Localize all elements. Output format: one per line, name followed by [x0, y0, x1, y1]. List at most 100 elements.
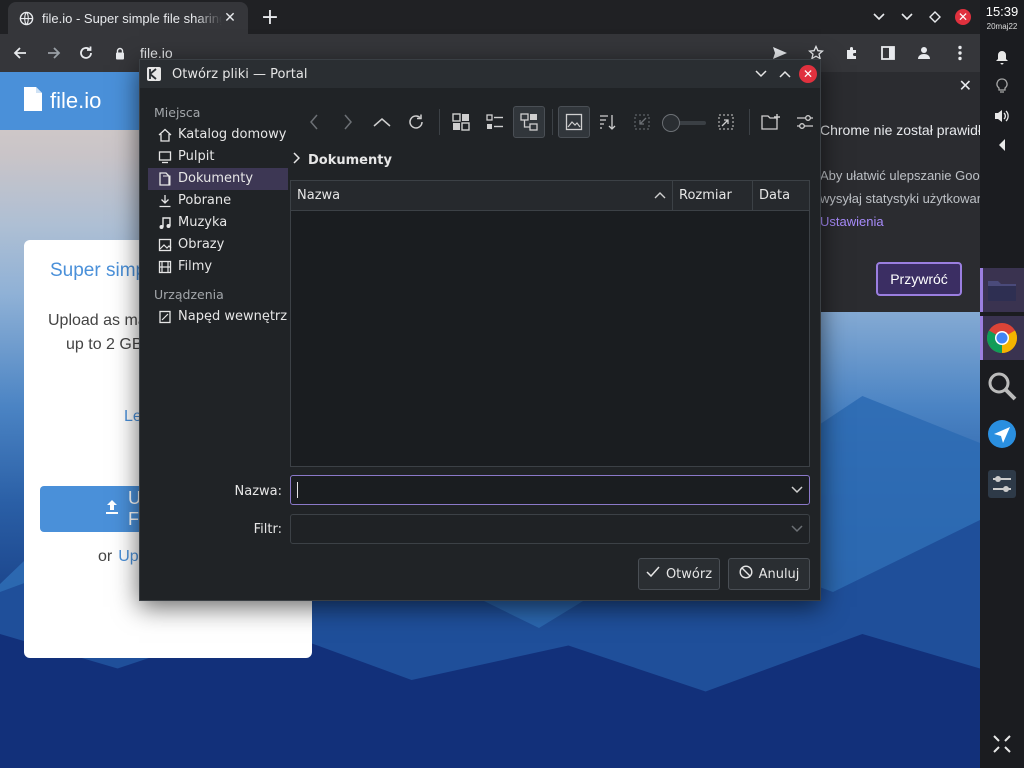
lightbulb-icon[interactable]: [980, 70, 1024, 102]
back-icon[interactable]: [298, 106, 330, 138]
minimize-icon[interactable]: [896, 6, 918, 28]
place-label: Pobrane: [178, 193, 232, 208]
place-downloads[interactable]: Pobrane: [148, 190, 288, 212]
close-window-icon[interactable]: ✕: [952, 6, 974, 28]
taskbar-discover[interactable]: [980, 412, 1024, 456]
bubble-text: wysyłaj statystyki użytkowania raporty o…: [820, 191, 980, 206]
maximize-icon[interactable]: [776, 65, 794, 83]
icon-view-icon[interactable]: [445, 106, 477, 138]
column-date-label: Data: [759, 188, 791, 203]
reload-icon[interactable]: [74, 41, 98, 65]
site-logo-text[interactable]: file.io: [50, 88, 101, 114]
open-button[interactable]: Otwórz: [638, 558, 720, 590]
tab-strip: file.io - Super simple file sharing ✕ + …: [0, 0, 980, 34]
column-name-label: Nazwa: [297, 188, 341, 203]
zoom-slider-knob[interactable]: [662, 114, 680, 132]
bubble-title: Chrome nie został prawidłowo zamknięty.: [820, 122, 980, 138]
pictures-icon: [158, 238, 172, 252]
breadcrumb-current[interactable]: Dokumenty: [308, 153, 392, 168]
cancel-button[interactable]: Anuluj: [728, 558, 810, 590]
expand-tray-icon[interactable]: [980, 129, 1024, 161]
tree-view-icon[interactable]: [513, 106, 545, 138]
volume-icon[interactable]: [980, 100, 1024, 132]
tab-title: file.io - Super simple file sharing: [42, 10, 222, 26]
taskbar-search[interactable]: [980, 364, 1024, 408]
minimize-icon[interactable]: [752, 65, 770, 83]
place-documents[interactable]: Dokumenty: [148, 168, 288, 190]
taskbar-file-dialog[interactable]: [980, 268, 1024, 312]
forward-icon[interactable]: [332, 106, 364, 138]
dialog-titlebar: Otwórz pliki — Portal ✕: [140, 60, 820, 88]
place-home[interactable]: Katalog domowy: [148, 124, 288, 146]
column-size[interactable]: Rozmiar: [673, 181, 753, 211]
options-sliders-icon[interactable]: [789, 106, 821, 138]
filename-input[interactable]: [290, 475, 810, 505]
window-controls: ✕: [868, 6, 974, 28]
maximize-icon[interactable]: [924, 6, 946, 28]
place-label: Pulpit: [178, 149, 215, 164]
place-videos[interactable]: Filmy: [148, 256, 288, 278]
kde-logo-icon: [146, 66, 162, 82]
chevron-down-icon[interactable]: [791, 522, 803, 537]
close-bubble-icon[interactable]: ✕: [959, 76, 972, 95]
file-list-header: Nazwa Rozmiar Data: [291, 181, 809, 211]
breadcrumb[interactable]: Dokumenty: [292, 152, 392, 168]
extensions-puzzle-icon[interactable]: [840, 41, 864, 65]
video-icon: [158, 260, 172, 274]
zoom-slider[interactable]: [662, 106, 706, 138]
toolbar-separator: [749, 109, 750, 135]
device-internal-drive[interactable]: Napęd wewnętrzny: [148, 306, 288, 328]
chevron-right-icon: [292, 152, 301, 168]
lock-icon[interactable]: [112, 47, 128, 60]
clock-date[interactable]: 20maj22: [980, 22, 1024, 31]
restore-button[interactable]: Przywróć: [876, 262, 962, 296]
toolbar-separator: [552, 109, 553, 135]
place-label: Muzyka: [178, 215, 228, 230]
file-list[interactable]: Nazwa Rozmiar Data: [290, 180, 810, 467]
filter-label: Filtr:: [253, 522, 282, 537]
forward-arrow-icon[interactable]: [42, 41, 66, 65]
column-name[interactable]: Nazwa: [291, 181, 673, 211]
download-icon: [158, 194, 172, 208]
toolbar-separator: [439, 109, 440, 135]
side-panel-icon[interactable]: [876, 41, 900, 65]
taskbar-system-settings[interactable]: [980, 462, 1024, 506]
settings-link[interactable]: Ustawienia: [820, 214, 884, 229]
place-label: Filmy: [178, 259, 213, 274]
new-tab-button[interactable]: +: [258, 5, 282, 30]
peek-desktop-icon[interactable]: [980, 728, 1024, 760]
music-icon: [158, 216, 172, 230]
place-pictures[interactable]: Obrazy: [148, 234, 288, 256]
close-icon[interactable]: ✕: [799, 65, 817, 83]
open-files-dialog: Otwórz pliki — Portal ✕ Miejsca Katalog …: [139, 59, 821, 601]
place-label: Dokumenty: [178, 171, 254, 186]
browser-tab[interactable]: file.io - Super simple file sharing ✕: [8, 2, 248, 34]
column-date[interactable]: Data: [753, 181, 809, 211]
cancel-label: Anuluj: [758, 566, 800, 582]
back-arrow-icon[interactable]: [8, 41, 32, 65]
places-heading: Miejsca: [154, 105, 201, 120]
tab-search-icon[interactable]: [868, 6, 890, 28]
chevron-down-icon[interactable]: [791, 483, 803, 498]
parent-folder-icon[interactable]: [366, 106, 398, 138]
place-label: Obrazy: [178, 237, 225, 252]
open-label: Otwórz: [665, 566, 713, 582]
zoom-in-icon[interactable]: [710, 106, 742, 138]
zoom-out-icon[interactable]: [626, 106, 658, 138]
tab-close-icon[interactable]: ✕: [222, 10, 238, 26]
new-folder-icon[interactable]: [755, 106, 787, 138]
reload-icon[interactable]: [400, 106, 432, 138]
filter-select[interactable]: [290, 514, 810, 544]
place-label: Katalog domowy: [178, 127, 287, 142]
cancel-icon: [739, 565, 753, 583]
place-desktop[interactable]: Pulpit: [148, 146, 288, 168]
preview-icon[interactable]: [558, 106, 590, 138]
profile-icon[interactable]: [912, 41, 936, 65]
sort-icon[interactable]: [592, 106, 624, 138]
compact-view-icon[interactable]: [479, 106, 511, 138]
taskbar-chrome[interactable]: [980, 316, 1024, 360]
place-music[interactable]: Muzyka: [148, 212, 288, 234]
globe-icon: [18, 10, 34, 26]
kebab-menu-icon[interactable]: [948, 41, 972, 65]
clock-time[interactable]: 15:39: [980, 4, 1024, 19]
